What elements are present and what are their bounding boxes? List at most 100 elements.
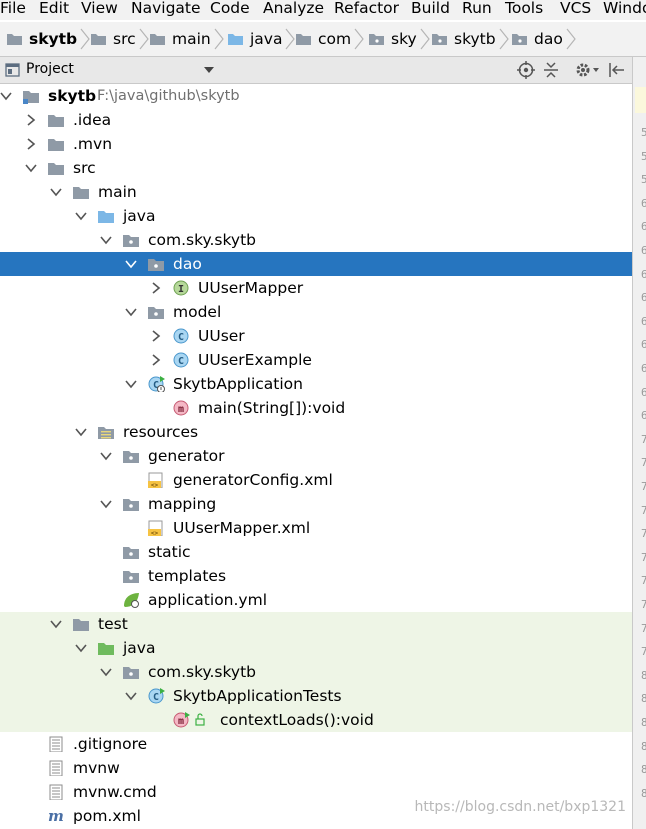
menu-vcs[interactable]: VCS — [560, 0, 591, 17]
locate-target-icon[interactable] — [517, 61, 535, 79]
tree-node-model[interactable]: model — [0, 300, 632, 324]
collapse-all-icon[interactable] — [543, 61, 559, 79]
module-folder-icon — [23, 91, 39, 104]
tree-node-skytbapplication[interactable]: C SkytbApplication — [0, 372, 632, 396]
tree-node-label: skytb — [48, 87, 97, 105]
line-number: 6 — [641, 409, 646, 423]
module-folder-icon — [7, 34, 22, 45]
menu-file[interactable]: File — [0, 0, 26, 17]
chevron-down-icon[interactable] — [100, 234, 112, 246]
tree-node-skytb[interactable]: skytb F:\java\github\skytb — [0, 84, 632, 108]
chevron-down-icon[interactable] — [75, 426, 87, 438]
tree-node-label: mvnw.cmd — [73, 783, 157, 801]
line-number: 6 — [641, 196, 646, 210]
breadcrumb-main[interactable]: main — [149, 22, 224, 56]
folder-icon — [512, 34, 527, 45]
tree-node-com-sky-skytb[interactable]: com.sky.skytb — [0, 228, 632, 252]
chevron-down-icon[interactable] — [100, 498, 112, 510]
tree-node-contextloads-void[interactable]: m contextLoads():void — [0, 708, 632, 732]
tree-node-label: model — [173, 303, 222, 321]
tree-node-label: templates — [148, 567, 227, 585]
tree-node-uuserexample[interactable]: C UUserExample — [0, 348, 632, 372]
breadcrumb-label: sky — [391, 30, 417, 48]
chevron-down-icon[interactable] — [125, 306, 137, 318]
chevron-down-icon[interactable] — [75, 642, 87, 654]
chevron-right-icon[interactable] — [25, 114, 37, 126]
chevron-down-icon[interactable] — [100, 450, 112, 462]
breadcrumb-dao[interactable]: dao — [511, 22, 576, 56]
tree-node-label: src — [73, 159, 96, 177]
breadcrumb-skytb[interactable]: skytb — [431, 22, 509, 56]
chevron-down-icon[interactable] — [125, 690, 137, 702]
tree-node-label: resources — [123, 423, 199, 441]
source-folder-icon — [228, 34, 243, 45]
menu-edit[interactable]: Edit — [39, 0, 69, 17]
chevron-down-icon[interactable] — [75, 210, 87, 222]
chevron-right-icon[interactable] — [150, 330, 162, 342]
menu-run[interactable]: Run — [462, 0, 492, 17]
chevron-down-icon[interactable] — [100, 666, 112, 678]
project-view-title[interactable]: Project — [26, 61, 74, 77]
package-icon — [148, 307, 164, 319]
menu-analyze[interactable]: Analyze — [263, 0, 324, 17]
breadcrumb-java[interactable]: java — [227, 22, 296, 56]
tree-node-java[interactable]: java — [0, 204, 632, 228]
tree-node-main[interactable]: main — [0, 180, 632, 204]
hide-panel-icon[interactable] — [608, 61, 626, 79]
view-selector-dropdown-icon[interactable] — [204, 66, 214, 74]
tree-node-src[interactable]: src — [0, 156, 632, 180]
chevron-down-icon[interactable] — [50, 186, 62, 198]
tree-node-uusermapper[interactable]: I UUserMapper — [0, 276, 632, 300]
tree-node-main-string-void[interactable]: m main(String[]):void — [0, 396, 632, 420]
tree-node-uusermapper-xml[interactable]: <> UUserMapper.xml — [0, 516, 632, 540]
tree-node-skytbapplicationtests[interactable]: C SkytbApplicationTests — [0, 684, 632, 708]
tree-node-uuser[interactable]: C UUser — [0, 324, 632, 348]
tree-node-label: dao — [173, 255, 202, 273]
tree-node-test[interactable]: test — [0, 612, 632, 636]
menu-windo[interactable]: Windo — [603, 0, 646, 17]
menu-navigate[interactable]: Navigate — [131, 0, 201, 17]
tree-node-generatorconfig-xml[interactable]: <> generatorConfig.xml — [0, 468, 632, 492]
line-number: 6 — [641, 220, 646, 234]
menu-view[interactable]: View — [81, 0, 118, 17]
chevron-down-icon[interactable] — [0, 90, 12, 102]
tree-node-mvn[interactable]: .mvn — [0, 132, 632, 156]
menu-build[interactable]: Build — [411, 0, 450, 17]
tree-node-application-yml[interactable]: application.yml — [0, 588, 632, 612]
chevron-down-icon[interactable] — [125, 258, 137, 270]
breadcrumb-skytb[interactable]: skytb — [6, 22, 90, 56]
tree-node-resources[interactable]: resources — [0, 420, 632, 444]
chevron-down-icon[interactable] — [50, 618, 62, 630]
tree-node-templates[interactable]: templates — [0, 564, 632, 588]
chevron-right-icon[interactable] — [150, 282, 162, 294]
breadcrumb-com[interactable]: com — [295, 22, 364, 56]
tree-node-generator[interactable]: generator — [0, 444, 632, 468]
chevron-right-icon[interactable] — [25, 138, 37, 150]
package-icon — [123, 571, 139, 583]
breadcrumb-src[interactable]: src — [90, 22, 149, 56]
tree-node-mapping[interactable]: mapping — [0, 492, 632, 516]
breadcrumb-label: dao — [534, 30, 563, 48]
chevron-right-icon[interactable] — [150, 354, 162, 366]
chevron-down-icon[interactable] — [125, 378, 137, 390]
tree-node-gitignore[interactable]: .gitignore — [0, 732, 632, 756]
class-icon: C — [173, 352, 189, 368]
menu-code[interactable]: Code — [210, 0, 250, 17]
spring-boot-class-icon: C — [148, 376, 165, 392]
tree-node-com-sky-skytb[interactable]: com.sky.skytb — [0, 660, 632, 684]
menu-tools[interactable]: Tools — [505, 0, 543, 17]
tree-node-label: application.yml — [148, 591, 268, 609]
settings-gear-icon[interactable] — [574, 61, 600, 79]
tree-node-idea[interactable]: .idea — [0, 108, 632, 132]
tree-node-java[interactable]: java — [0, 636, 632, 660]
tree-node-mvnw[interactable]: mvnw — [0, 756, 632, 780]
breadcrumb-sky[interactable]: sky — [368, 22, 430, 56]
tree-node-label: com.sky.skytb — [148, 663, 257, 681]
tree-node-static[interactable]: static — [0, 540, 632, 564]
tree-node-label: SkytbApplication — [173, 375, 303, 393]
menu-refactor[interactable]: Refactor — [334, 0, 399, 17]
package-icon — [123, 499, 139, 511]
text-file-icon — [49, 760, 63, 776]
tree-node-dao[interactable]: dao — [0, 252, 632, 276]
chevron-down-icon[interactable] — [25, 162, 37, 174]
